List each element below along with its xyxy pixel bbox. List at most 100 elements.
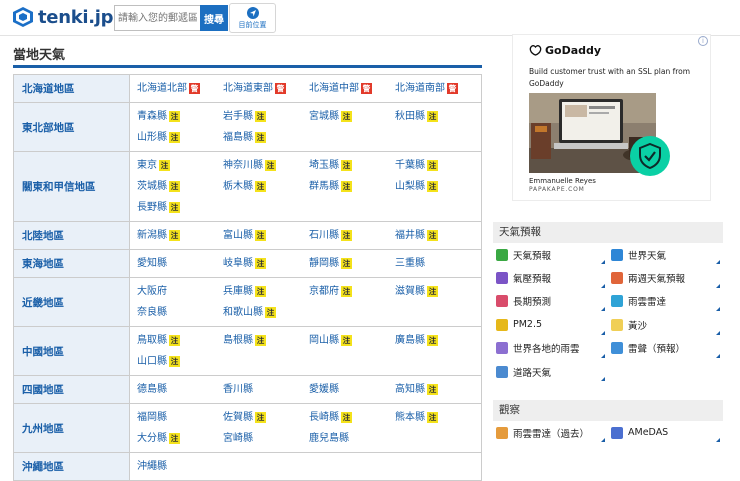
region-name[interactable]: 沖繩地區 bbox=[13, 452, 130, 481]
prefecture-link[interactable]: 群馬縣注 bbox=[309, 176, 395, 197]
prefecture-link[interactable]: 山口縣注 bbox=[137, 351, 223, 372]
prefecture-link[interactable]: 茨城縣注 bbox=[137, 176, 223, 197]
prefecture-link[interactable]: 岩手縣注 bbox=[223, 106, 309, 127]
side-link[interactable]: 長期預測 bbox=[493, 290, 608, 313]
side-link[interactable]: 世界各地的雨雲 bbox=[493, 337, 608, 360]
prefecture-link[interactable]: 長崎縣注 bbox=[309, 407, 395, 428]
region-name[interactable]: 北海道地區 bbox=[13, 74, 130, 103]
prefecture-link[interactable]: 青森縣注 bbox=[137, 106, 223, 127]
weather-forecast-icon bbox=[496, 248, 508, 261]
prefecture-name: 愛知縣 bbox=[137, 258, 167, 269]
prefecture-link[interactable]: 滋賀縣注 bbox=[395, 281, 481, 302]
region-name[interactable]: 東北部地區 bbox=[13, 102, 130, 152]
prefecture-link[interactable]: 山梨縣注 bbox=[395, 176, 481, 197]
prefecture-link[interactable]: 兵庫縣注 bbox=[223, 281, 309, 302]
prefecture-link[interactable]: 千葉縣注 bbox=[395, 155, 481, 176]
prefecture-link[interactable]: 北海道南部警 bbox=[395, 78, 481, 99]
region-row: 北陸地區 新潟縣注富山縣注石川縣注福井縣注 bbox=[13, 221, 482, 250]
rain-radar-past-icon bbox=[496, 426, 508, 439]
prefecture-link[interactable]: 愛知縣 bbox=[137, 253, 223, 274]
prefecture-link[interactable]: 高知縣注 bbox=[395, 379, 481, 400]
region-name[interactable]: 東海地區 bbox=[13, 249, 130, 278]
prefecture-name: 佐賀縣 bbox=[223, 412, 253, 423]
side-link[interactable]: 道路天氣 bbox=[493, 360, 608, 383]
side-link[interactable]: AMeDAS bbox=[608, 421, 723, 444]
corner-arrow-icon bbox=[716, 260, 720, 265]
prefecture-link[interactable]: 秋田縣注 bbox=[395, 106, 481, 127]
prefecture-link[interactable]: 德島縣 bbox=[137, 379, 223, 400]
prefecture-link[interactable]: 和歌山縣注 bbox=[223, 302, 309, 323]
prefecture-link[interactable]: 山形縣注 bbox=[137, 127, 223, 148]
prefecture-link[interactable]: 鳥取縣注 bbox=[137, 330, 223, 351]
prefecture-link[interactable]: 宮崎縣 bbox=[223, 428, 309, 449]
prefecture-link[interactable]: 岡山縣注 bbox=[309, 330, 395, 351]
prefecture-link[interactable]: 埼玉縣注 bbox=[309, 155, 395, 176]
prefecture-name: 群馬縣 bbox=[309, 181, 339, 192]
prefecture-link[interactable]: 三重縣 bbox=[395, 253, 481, 274]
prefecture-link[interactable]: 長野縣注 bbox=[137, 197, 223, 218]
prefecture-list: 德島縣 香川縣 愛媛縣 高知縣注 bbox=[129, 375, 482, 404]
side-link[interactable]: 氣壓預報 bbox=[493, 266, 608, 289]
side-link[interactable]: 雨雲雷達（過去） bbox=[493, 421, 608, 444]
ad-info-icon[interactable]: i bbox=[698, 36, 708, 46]
prefecture-link[interactable]: 石川縣注 bbox=[309, 225, 395, 246]
side-link[interactable]: 黃沙 bbox=[608, 313, 723, 336]
prefecture-link[interactable]: 北海道東部警 bbox=[223, 78, 309, 99]
side-link-label: 天氣預報 bbox=[513, 250, 552, 262]
region-name[interactable]: 中國地區 bbox=[13, 326, 130, 376]
search-button[interactable]: 搜尋 bbox=[200, 5, 228, 31]
prefecture-link[interactable]: 神奈川縣注 bbox=[223, 155, 309, 176]
advisory-badge: 注 bbox=[427, 412, 438, 423]
region-name[interactable]: 關東和甲信地區 bbox=[13, 151, 130, 222]
prefecture-link[interactable]: 熊本縣注 bbox=[395, 407, 481, 428]
region-name[interactable]: 四國地區 bbox=[13, 375, 130, 404]
prefecture-link[interactable]: 栃木縣注 bbox=[223, 176, 309, 197]
side-link-label: 雨雲雷達（過去） bbox=[513, 428, 590, 440]
prefecture-link[interactable]: 福井縣注 bbox=[395, 225, 481, 246]
prefecture-link[interactable]: 福島縣注 bbox=[223, 127, 309, 148]
prefecture-list: 愛知縣 岐阜縣注靜岡縣注三重縣 bbox=[129, 249, 482, 278]
side-link[interactable]: 兩週天氣預報 bbox=[608, 266, 723, 289]
prefecture-link[interactable]: 鹿兒島縣 bbox=[309, 428, 395, 449]
side-link-label: 氣壓預報 bbox=[513, 274, 552, 286]
prefecture-link[interactable]: 島根縣注 bbox=[223, 330, 309, 351]
prefecture-link[interactable]: 福岡縣 bbox=[137, 407, 223, 428]
region-name[interactable]: 九州地區 bbox=[13, 403, 130, 453]
side-link[interactable]: 天氣預報 bbox=[493, 243, 608, 266]
location-arrow-icon bbox=[246, 6, 259, 19]
prefecture-link[interactable]: 靜岡縣注 bbox=[309, 253, 395, 274]
side-link[interactable]: PM2.5 bbox=[493, 313, 608, 336]
prefecture-link[interactable]: 東京注 bbox=[137, 155, 223, 176]
prefecture-link[interactable]: 京都府注 bbox=[309, 281, 395, 302]
side-link[interactable]: 世界天氣 bbox=[608, 243, 723, 266]
prefecture-link[interactable]: 北海道中部警 bbox=[309, 78, 395, 99]
prefecture-link[interactable]: 奈良縣 bbox=[137, 302, 223, 323]
prefecture-link[interactable]: 大阪府 bbox=[137, 281, 223, 302]
region-name[interactable]: 北陸地區 bbox=[13, 221, 130, 250]
prefecture-link[interactable]: 沖繩縣 bbox=[137, 456, 223, 477]
prefecture-link[interactable]: 香川縣 bbox=[223, 379, 309, 400]
prefecture-name: 滋賀縣 bbox=[395, 286, 425, 297]
current-location-button[interactable]: 目前位置 bbox=[229, 3, 276, 33]
prefecture-link[interactable]: 愛媛縣 bbox=[309, 379, 395, 400]
prefecture-link[interactable]: 富山縣注 bbox=[223, 225, 309, 246]
corner-arrow-icon bbox=[601, 260, 605, 265]
site-logo[interactable]: tenki.jp bbox=[12, 6, 114, 28]
advertisement[interactable]: i GoDaddy Build customer trust with an S… bbox=[512, 34, 711, 201]
prefecture-link[interactable]: 廣島縣注 bbox=[395, 330, 481, 351]
prefecture-link[interactable]: 大分縣注 bbox=[137, 428, 223, 449]
prefecture-link[interactable]: 岐阜縣注 bbox=[223, 253, 309, 274]
thunder-icon bbox=[611, 342, 623, 355]
region-name[interactable]: 近畿地區 bbox=[13, 277, 130, 327]
prefecture-name: 富山縣 bbox=[223, 230, 253, 241]
prefecture-link[interactable]: 新潟縣注 bbox=[137, 225, 223, 246]
side-link[interactable]: 雷聲（預報） bbox=[608, 337, 723, 360]
prefecture-link[interactable]: 北海道北部警 bbox=[137, 78, 223, 99]
ad-brand: GoDaddy bbox=[545, 44, 602, 57]
advisory-badge: 注 bbox=[169, 335, 180, 346]
prefecture-link[interactable]: 佐賀縣注 bbox=[223, 407, 309, 428]
prefecture-link[interactable]: 宮城縣注 bbox=[309, 106, 395, 127]
prefecture-name: 三重縣 bbox=[395, 258, 425, 269]
postal-search-input[interactable] bbox=[114, 5, 200, 31]
side-link[interactable]: 雨雲雷達 bbox=[608, 290, 723, 313]
